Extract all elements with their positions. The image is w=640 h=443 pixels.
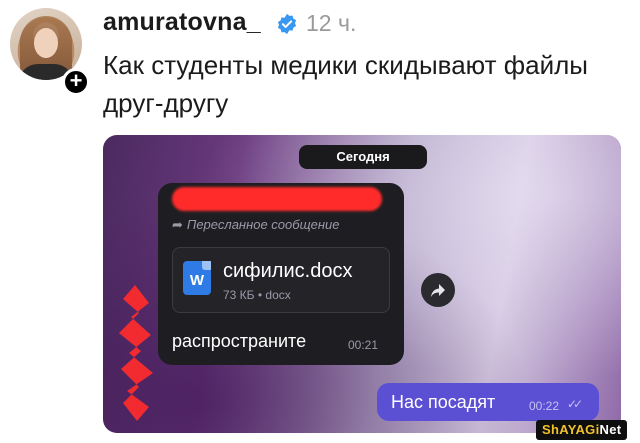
plus-icon[interactable]: + — [62, 68, 90, 96]
forwarded-label-row: ➦ Пересланное сообщение — [172, 217, 340, 233]
post-text: Как студенты медики скидывают файлы друг… — [103, 50, 588, 118]
date-pill: Сегодня — [299, 145, 427, 169]
redaction-scribble — [172, 187, 382, 211]
watermark-part2: Net — [599, 422, 622, 437]
chat-screenshot: Сегодня ➦ Пересланное сообщение W сифилис… — [103, 135, 621, 433]
verified-badge-icon — [277, 13, 297, 35]
message-text: распространите — [172, 331, 307, 351]
watermark-part1: ShAYAGi — [542, 422, 600, 437]
file-meta: 73 КБ • docx — [223, 288, 291, 302]
file-attachment[interactable]: W сифилис.docx 73 КБ • docx — [172, 247, 390, 313]
forwarded-message-bubble: ➦ Пересланное сообщение W сифилис.docx 73… — [158, 183, 404, 365]
file-name: сифилис.docx — [223, 260, 353, 282]
message-time: 00:21 — [348, 338, 379, 352]
share-button[interactable] — [421, 273, 455, 307]
share-icon — [431, 284, 445, 297]
watermark: ShAYAGiNet — [536, 420, 628, 440]
reply-text: Нас посадят — [391, 392, 496, 412]
word-doc-icon: W — [183, 261, 211, 295]
forward-arrow-icon: ➦ — [172, 217, 183, 232]
double-check-icon: ✓✓ — [567, 397, 583, 411]
post-time: 12 ч. — [306, 10, 357, 36]
avatar-container[interactable]: + — [10, 8, 90, 96]
reply-bubble: Нас посадят 00:22 ✓✓ — [377, 383, 599, 421]
forwarded-label: Пересланное сообщение — [186, 217, 340, 232]
avatar-face — [34, 28, 58, 58]
reply-time: 00:22 — [529, 399, 560, 413]
redaction-scribble-side — [119, 285, 153, 421]
username[interactable]: amuratovna_ — [103, 8, 261, 37]
